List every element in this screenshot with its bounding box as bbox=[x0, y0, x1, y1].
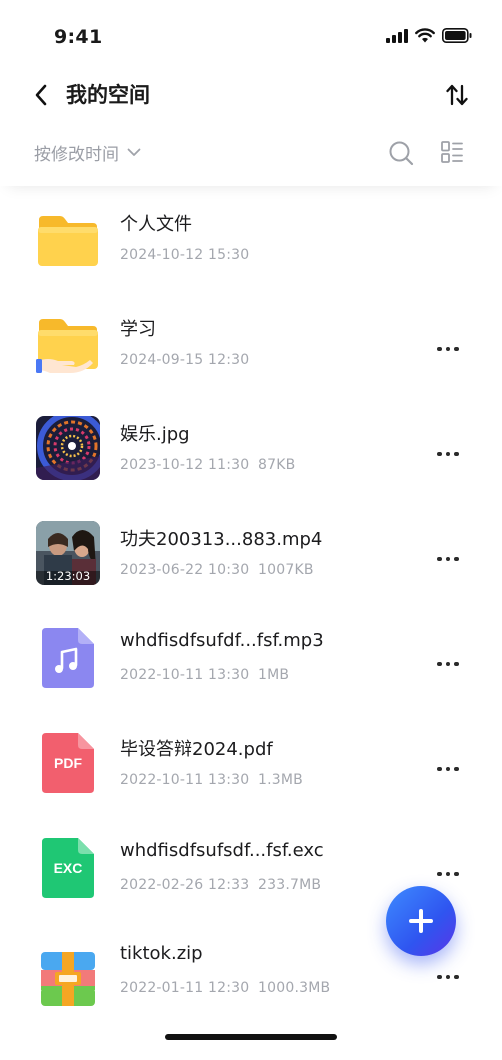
search-button[interactable] bbox=[388, 140, 414, 166]
more-dots-icon bbox=[437, 556, 442, 562]
more-dot bbox=[454, 451, 459, 457]
more-options-button[interactable] bbox=[430, 652, 466, 676]
more-dot bbox=[454, 766, 459, 772]
sort-order-button[interactable] bbox=[444, 80, 470, 110]
more-dots-icon bbox=[437, 661, 442, 667]
file-size: 1.3MB bbox=[258, 772, 303, 788]
file-meta: 2022-10-11 13:30 1.3MB bbox=[120, 772, 303, 788]
status-icons bbox=[386, 28, 472, 43]
more-dots-icon bbox=[437, 974, 442, 980]
shared-folder-icon bbox=[36, 313, 100, 377]
file-date: 2023-10-12 11:30 bbox=[120, 457, 250, 473]
status-time: 9:41 bbox=[54, 26, 103, 48]
file-meta: 2023-06-22 10:30 1007KB bbox=[120, 562, 314, 578]
file-name: 个人文件 bbox=[120, 214, 192, 235]
status-bar: 9:41 bbox=[0, 0, 502, 72]
file-size: 87KB bbox=[258, 457, 296, 473]
file-date: 2022-01-11 12:30 bbox=[120, 980, 250, 996]
nav-bar: 我的空间 bbox=[0, 72, 502, 118]
more-dot bbox=[445, 871, 451, 877]
chevron-left-icon bbox=[35, 84, 47, 106]
file-date: 2022-10-11 13:30 bbox=[120, 667, 250, 683]
more-options-button[interactable] bbox=[430, 547, 466, 571]
more-dots-icon bbox=[437, 451, 442, 457]
image-thumbnail bbox=[36, 416, 100, 480]
file-name: tiktok.zip bbox=[120, 943, 203, 964]
more-dot bbox=[445, 661, 451, 667]
more-dot bbox=[445, 556, 451, 562]
more-options-button[interactable] bbox=[430, 442, 466, 466]
file-date: 2024-09-15 12:30 bbox=[120, 352, 250, 368]
file-date: 2022-10-11 13:30 bbox=[120, 772, 250, 788]
sort-by-dropdown[interactable]: 按修改时间 bbox=[34, 140, 141, 165]
pdf-label: PDF bbox=[54, 755, 82, 771]
video-thumbnail: 1:23:03 bbox=[36, 521, 100, 585]
list-view-icon bbox=[441, 141, 463, 163]
more-options-button[interactable] bbox=[430, 757, 466, 781]
file-date: 2024-10-12 15:30 bbox=[120, 247, 250, 263]
file-meta: 2024-10-12 15:30 bbox=[120, 247, 249, 263]
plus-icon bbox=[409, 909, 433, 933]
more-options-button[interactable] bbox=[430, 862, 466, 886]
view-mode-button[interactable] bbox=[440, 140, 466, 166]
file-meta: 2022-10-11 13:30 1MB bbox=[120, 667, 289, 683]
excel-label: EXC bbox=[53, 860, 83, 876]
add-file-button[interactable] bbox=[386, 886, 456, 956]
filter-bar: 按修改时间 bbox=[0, 118, 502, 186]
excel-file-icon: EXC bbox=[36, 836, 100, 900]
more-dot bbox=[445, 451, 451, 457]
more-dot bbox=[445, 346, 451, 352]
file-size: 1007KB bbox=[258, 562, 314, 578]
more-dot bbox=[454, 871, 459, 877]
folder-icon bbox=[36, 208, 100, 272]
file-size: 233.7MB bbox=[258, 877, 322, 893]
file-size: 1000.3MB bbox=[258, 980, 331, 996]
music-file-icon bbox=[36, 626, 100, 690]
more-options-button[interactable] bbox=[430, 337, 466, 361]
file-meta: 2023-10-12 11:30 87KB bbox=[120, 457, 295, 473]
more-dot bbox=[454, 661, 459, 667]
file-name: 娱乐.jpg bbox=[120, 424, 190, 445]
file-name: 学习 bbox=[120, 319, 156, 340]
file-list-item[interactable]: whdfisdfsufdf...fsf.mp3 2022-10-11 13:30… bbox=[0, 606, 502, 711]
back-button[interactable] bbox=[28, 80, 54, 110]
file-meta: 2024-09-15 12:30 bbox=[120, 352, 249, 368]
battery-icon bbox=[442, 28, 472, 43]
more-dot bbox=[454, 346, 459, 352]
more-dot bbox=[454, 556, 459, 562]
file-list-item[interactable]: 1:23:03 功夫200313...883.mp4 2023-06-22 10… bbox=[0, 501, 502, 606]
file-name: whdfisdfsufsdf...fsf.exc bbox=[120, 840, 324, 861]
file-list-item[interactable]: PDF 毕设答辩2024.pdf 2022-10-11 13:30 1.3MB bbox=[0, 711, 502, 816]
file-meta: 2022-02-26 12:33 233.7MB bbox=[120, 877, 321, 893]
sort-arrows-icon bbox=[446, 84, 468, 106]
more-dot bbox=[445, 766, 451, 772]
more-options-button[interactable] bbox=[430, 965, 466, 989]
file-list-item[interactable]: 娱乐.jpg 2023-10-12 11:30 87KB bbox=[0, 396, 502, 501]
file-size: 1MB bbox=[258, 667, 290, 683]
pdf-file-icon: PDF bbox=[36, 731, 100, 795]
file-name: 毕设答辩2024.pdf bbox=[120, 739, 273, 760]
file-date: 2023-06-22 10:30 bbox=[120, 562, 250, 578]
file-list-item[interactable]: 学习 2024-09-15 12:30 bbox=[0, 291, 502, 396]
search-icon bbox=[389, 141, 414, 166]
wifi-icon bbox=[415, 28, 435, 43]
chevron-down-icon bbox=[127, 148, 141, 156]
cellular-signal-icon bbox=[386, 28, 408, 43]
sort-by-label: 按修改时间 bbox=[34, 145, 119, 165]
home-indicator bbox=[165, 1034, 337, 1040]
file-list-item[interactable]: 个人文件 2024-10-12 15:30 bbox=[0, 186, 502, 291]
file-name: 功夫200313...883.mp4 bbox=[120, 529, 323, 550]
zip-file-icon bbox=[36, 947, 100, 1011]
more-dot bbox=[454, 974, 459, 980]
more-dots-icon bbox=[437, 346, 442, 352]
more-dots-icon bbox=[437, 871, 442, 877]
page-title: 我的空间 bbox=[66, 83, 150, 107]
file-meta: 2022-01-11 12:30 1000.3MB bbox=[120, 980, 330, 996]
video-duration: 1:23:03 bbox=[45, 569, 91, 583]
more-dot bbox=[445, 974, 451, 980]
file-name: whdfisdfsufdf...fsf.mp3 bbox=[120, 630, 324, 651]
file-date: 2022-02-26 12:33 bbox=[120, 877, 250, 893]
more-dots-icon bbox=[437, 766, 442, 772]
